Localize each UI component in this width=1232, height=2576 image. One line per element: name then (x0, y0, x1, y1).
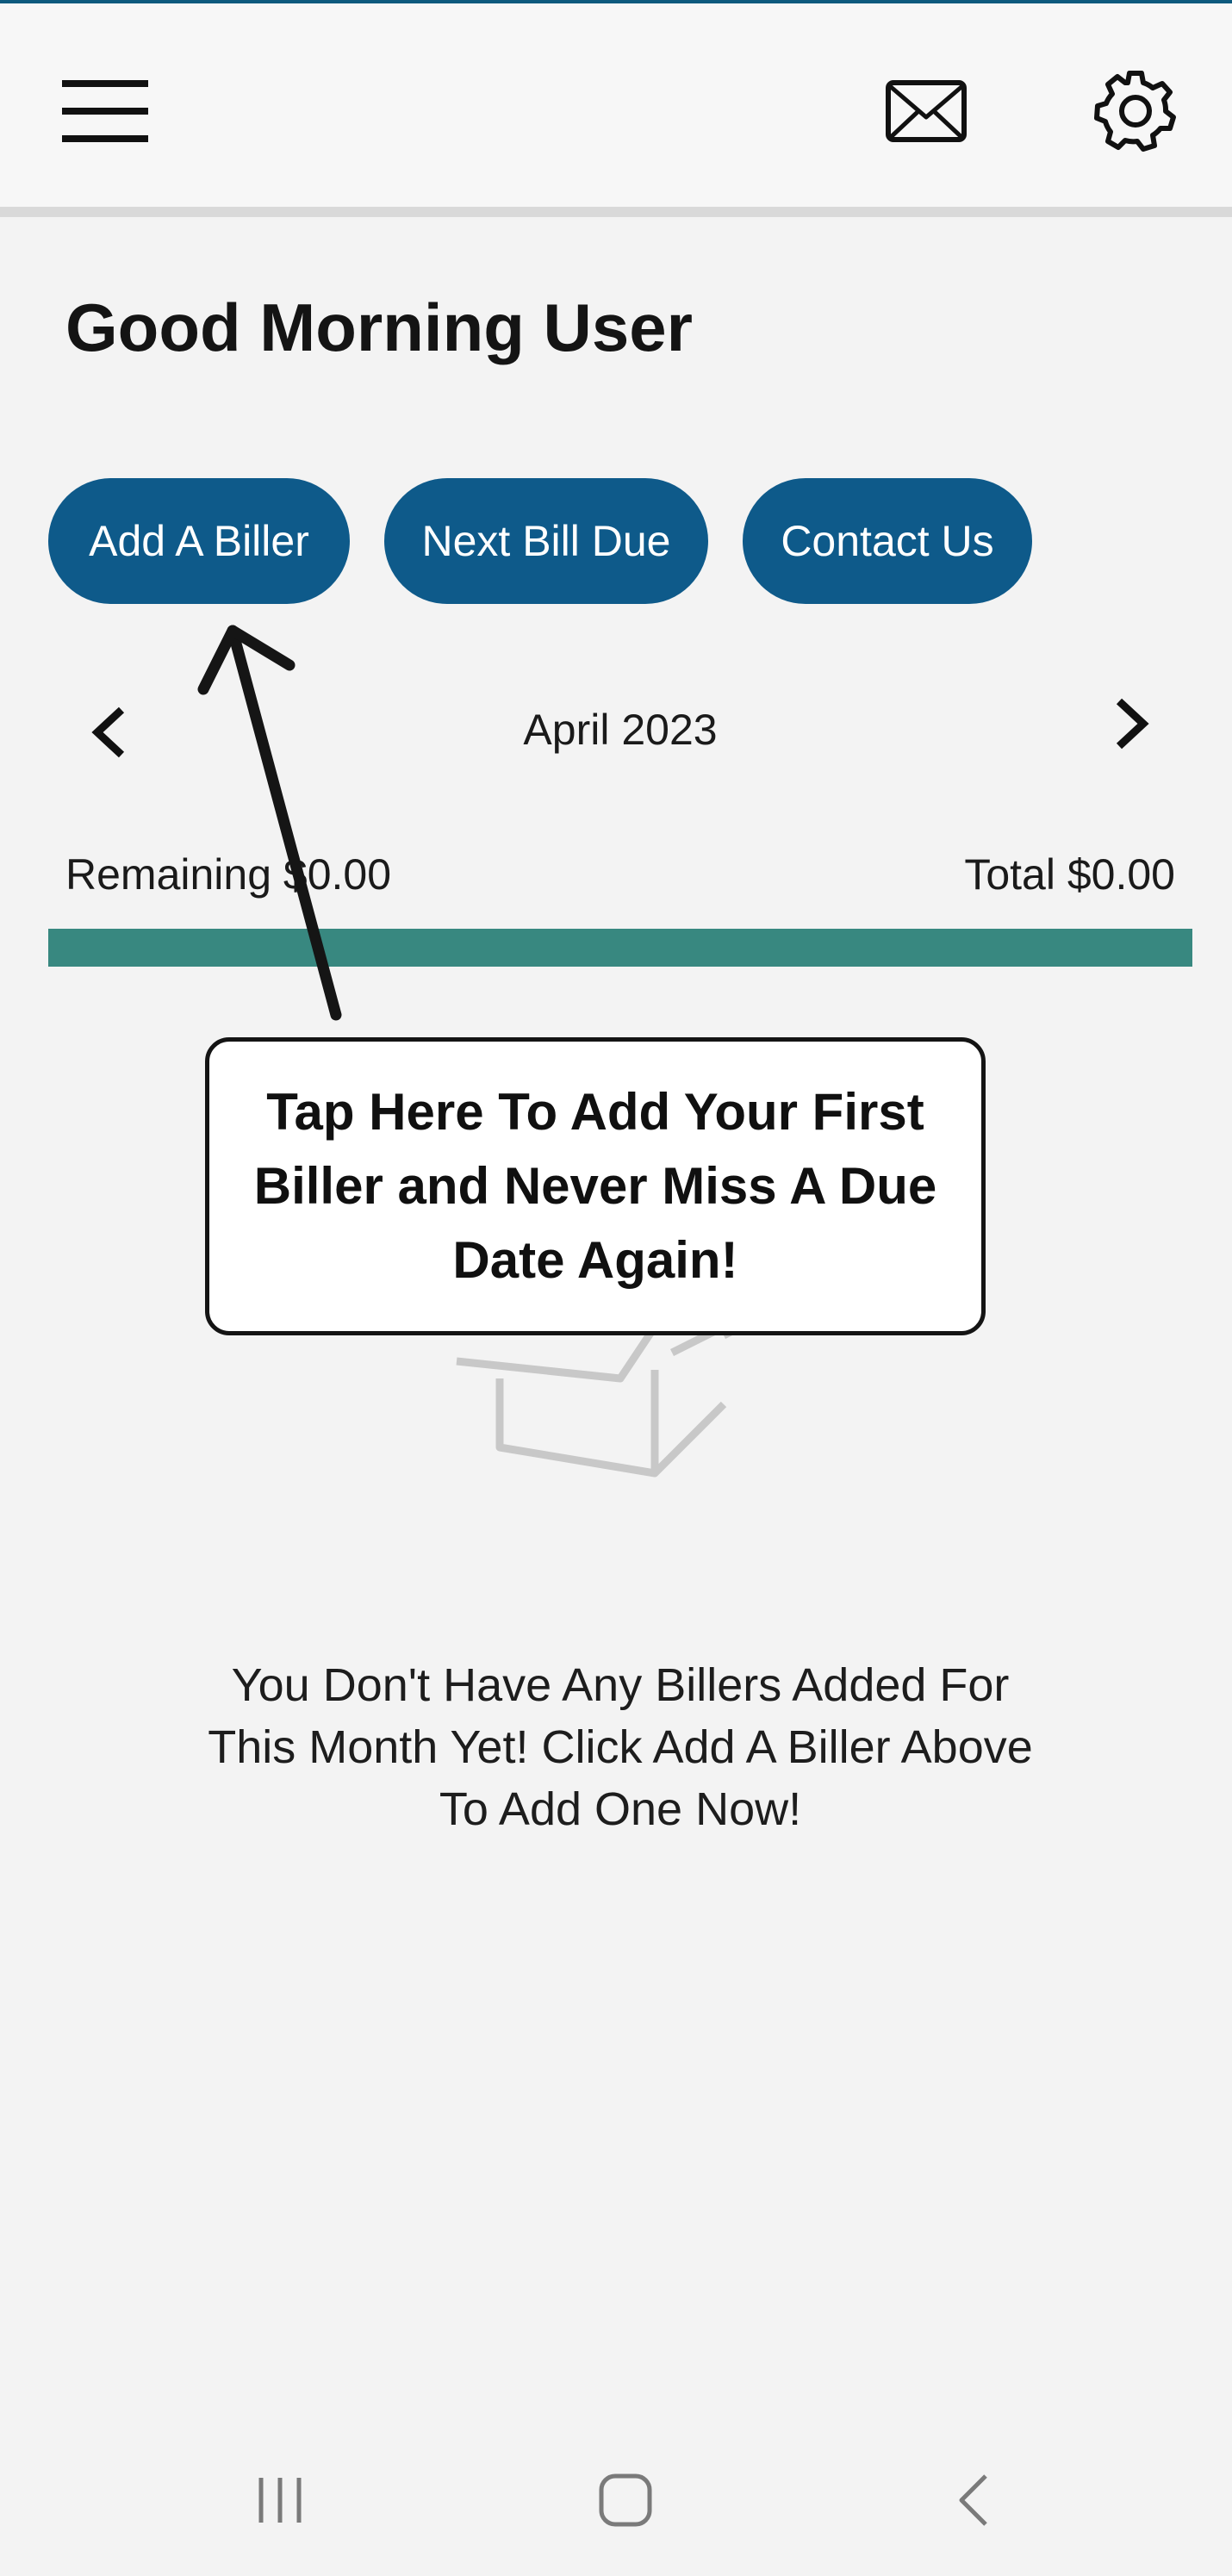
gear-icon (1093, 71, 1176, 152)
hamburger-menu-icon (62, 80, 148, 142)
menu-button[interactable] (52, 64, 159, 159)
home-icon (599, 2473, 652, 2527)
chevron-left-icon (91, 706, 125, 758)
envelope-icon (886, 80, 967, 142)
empty-state-message: You Don't Have Any Billers Added For Thi… (208, 1659, 1033, 1835)
chevron-right-icon (1116, 698, 1149, 750)
add-biller-button[interactable]: Add A Biller (48, 478, 350, 604)
month-label: April 2023 (523, 706, 718, 754)
next-bill-due-button[interactable]: Next Bill Due (384, 478, 708, 604)
onboarding-tooltip: Tap Here To Add Your First Biller and Ne… (205, 1037, 986, 1335)
app-header (0, 3, 1232, 207)
back-icon (959, 2474, 987, 2526)
quick-actions: Add A Biller Next Bill Due Contact Us (48, 478, 1032, 604)
previous-month-button[interactable] (78, 689, 138, 775)
next-month-button[interactable] (1103, 681, 1163, 767)
greeting-title: Good Morning User (65, 289, 693, 365)
contact-us-button[interactable]: Contact Us (743, 478, 1032, 604)
settings-button[interactable] (1081, 64, 1189, 159)
total-amount: Total $0.00 (964, 850, 1175, 899)
header-divider (0, 207, 1232, 217)
arrow-pointer (197, 625, 342, 1021)
home-button[interactable] (591, 2466, 660, 2535)
recent-apps-icon (258, 2478, 302, 2523)
back-button[interactable] (939, 2466, 1008, 2535)
messages-button[interactable] (870, 64, 982, 159)
recent-apps-button[interactable] (250, 2466, 310, 2535)
